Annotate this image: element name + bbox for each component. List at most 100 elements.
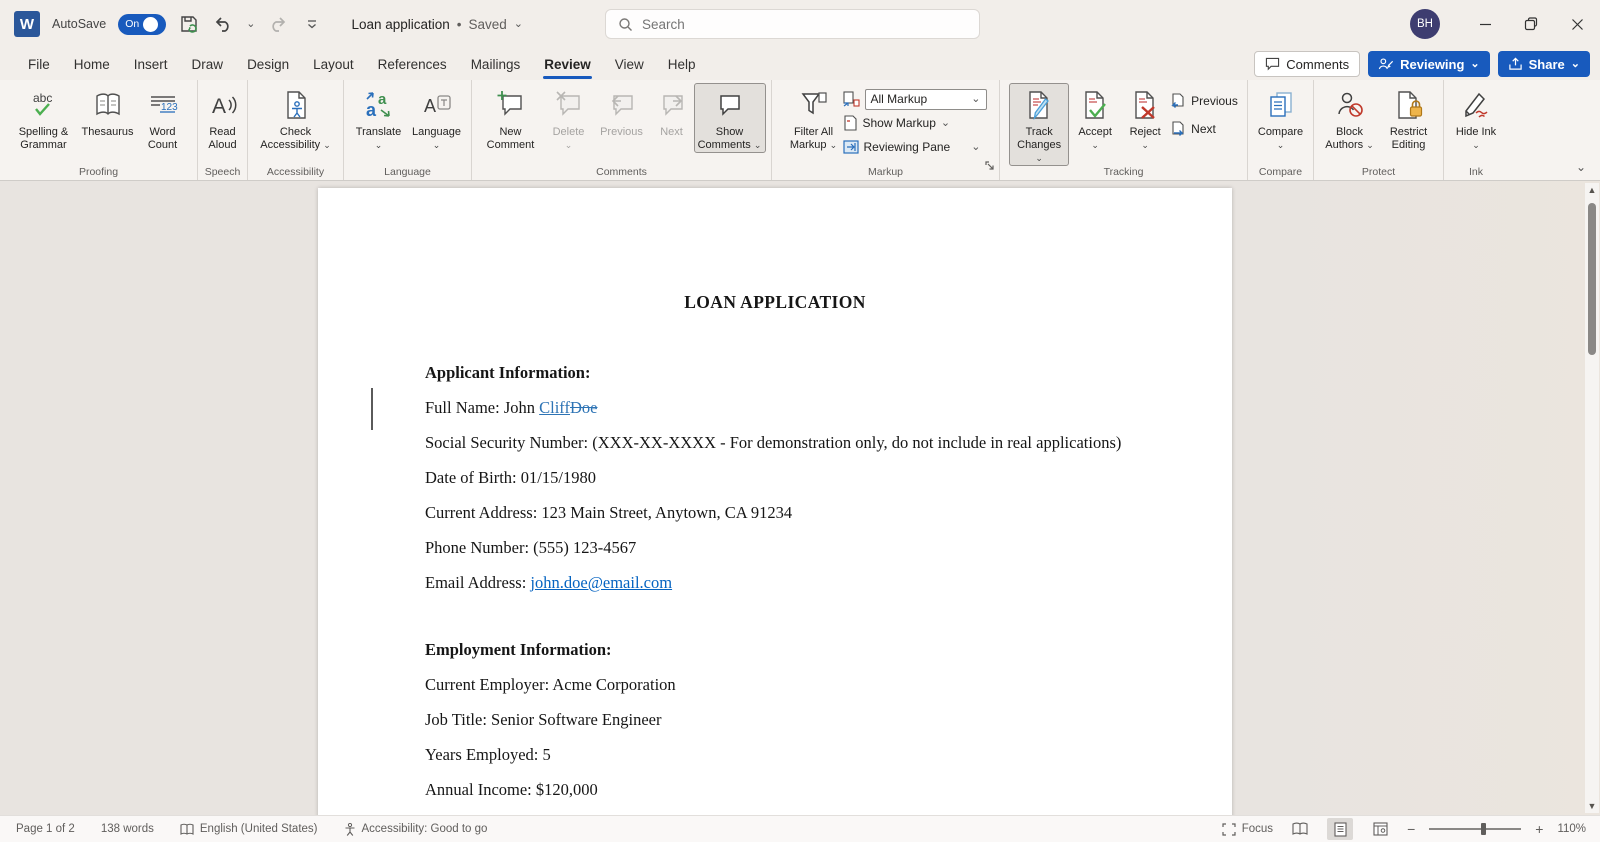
zoom-slider[interactable] — [1429, 823, 1522, 835]
tab-layout[interactable]: Layout — [301, 50, 366, 79]
delete-comment-button[interactable]: Delete ⌄ — [544, 83, 594, 152]
restore-button[interactable] — [1508, 0, 1554, 48]
dob-line: Date of Birth: 01/15/1980 — [425, 468, 596, 487]
combo-chevron-icon: ⌄ — [971, 92, 981, 105]
display-for-review-combobox[interactable]: All Markup ⌄ — [864, 88, 987, 110]
tracked-deletion[interactable]: Doe — [570, 398, 598, 417]
close-button[interactable] — [1554, 0, 1600, 48]
comments-button[interactable]: Comments — [1254, 51, 1361, 77]
tab-help[interactable]: Help — [656, 50, 708, 79]
tab-insert[interactable]: Insert — [122, 50, 180, 79]
focus-button[interactable]: Focus — [1222, 822, 1273, 836]
thesaurus-button[interactable]: Thesaurus — [77, 83, 139, 139]
reject-chevron-icon: ⌄ — [1141, 140, 1149, 150]
autosave-toggle[interactable]: On — [118, 13, 167, 35]
minimize-button[interactable] — [1462, 0, 1508, 48]
share-button[interactable]: Share ⌄ — [1497, 51, 1590, 77]
compare-button[interactable]: Compare ⌄ — [1252, 83, 1309, 152]
tab-review[interactable]: Review — [532, 50, 603, 79]
scroll-up-arrow-icon[interactable]: ▲ — [1588, 183, 1597, 197]
new-comment-button[interactable]: New Comment — [478, 83, 544, 152]
next-comment-label: Next — [660, 126, 683, 138]
reviewing-pane-chevron-icon: ⌄ — [971, 140, 981, 153]
previous-comment-icon — [606, 88, 638, 122]
language-button[interactable]: A Language ⌄ — [408, 83, 466, 152]
save-icon[interactable] — [178, 13, 200, 35]
ribbon-group-language: aa Translate ⌄ A Language ⌄ Language — [344, 80, 472, 180]
read-mode-view-button[interactable] — [1287, 818, 1313, 840]
tab-home[interactable]: Home — [62, 50, 122, 79]
web-layout-view-button[interactable] — [1367, 818, 1393, 840]
group-label-compare: Compare — [1258, 166, 1303, 178]
previous-change-button[interactable]: Previous — [1169, 91, 1238, 111]
next-comment-button[interactable]: Next — [650, 83, 694, 139]
language-indicator: English (United States) — [199, 823, 318, 835]
scrollbar-thumb[interactable] — [1588, 203, 1596, 355]
document-canvas[interactable]: LOAN APPLICATION Applicant Information: … — [0, 181, 1600, 815]
search-icon — [619, 17, 632, 31]
employment-info-heading: Employment Information: — [425, 640, 612, 659]
zoom-out-button[interactable]: − — [1407, 821, 1415, 837]
display-for-review-value: All Markup — [870, 92, 928, 106]
undo-dropdown-chevron-icon[interactable]: ⌄ — [246, 18, 255, 30]
show-markup-icon — [843, 115, 857, 131]
reviewing-chevron-icon: ⌄ — [1470, 57, 1480, 70]
accessibility-status[interactable]: Accessibility: Good to go — [344, 822, 487, 836]
next-change-button[interactable]: Next — [1169, 119, 1238, 139]
tab-draw[interactable]: Draw — [180, 50, 236, 79]
word-count-indicator[interactable]: 138 words — [101, 823, 154, 835]
tracked-change-bar — [371, 388, 373, 430]
reject-button[interactable]: Reject ⌄ — [1121, 83, 1169, 152]
print-layout-view-button[interactable] — [1327, 818, 1354, 840]
restrict-editing-icon — [1393, 88, 1425, 122]
search-input[interactable] — [642, 16, 942, 32]
zoom-slider-thumb[interactable] — [1481, 823, 1487, 835]
filter-all-markup-button[interactable]: Filter All Markup ⌄ — [785, 83, 843, 152]
collapse-ribbon-chevron-icon[interactable]: ⌄ — [1576, 160, 1586, 174]
track-changes-button[interactable]: Track Changes ⌄ — [1009, 83, 1070, 166]
zoom-level[interactable]: 110% — [1557, 823, 1586, 835]
tab-file[interactable]: File — [16, 50, 62, 79]
previous-comment-button[interactable]: Previous — [594, 83, 650, 139]
avatar[interactable]: BH — [1410, 9, 1440, 39]
customize-qat-chevron-icon[interactable] — [301, 13, 323, 35]
search-box[interactable] — [605, 9, 980, 39]
scroll-down-arrow-icon[interactable]: ▼ — [1588, 799, 1597, 813]
undo-button[interactable] — [212, 13, 234, 35]
thesaurus-icon — [92, 88, 124, 122]
spelling-grammar-button[interactable]: abc Spelling & Grammar — [11, 83, 77, 152]
group-label-markup: Markup — [867, 166, 903, 178]
display-for-review-icon — [842, 91, 860, 107]
email-label: Email Address: — [425, 573, 531, 592]
translate-button[interactable]: aa Translate ⌄ — [350, 83, 408, 152]
document-page[interactable]: LOAN APPLICATION Applicant Information: … — [318, 188, 1232, 815]
zoom-in-button[interactable]: + — [1535, 821, 1543, 837]
language-label: Language ⌄ — [412, 126, 461, 150]
document-title-group[interactable]: Loan application • Saved ⌄ — [351, 17, 523, 32]
show-markup-button[interactable]: Show Markup ⌄ — [843, 113, 987, 133]
hide-ink-button[interactable]: Hide Ink ⌄ — [1452, 83, 1500, 152]
reject-icon — [1129, 88, 1161, 122]
redo-button[interactable] — [267, 13, 289, 35]
restrict-editing-button[interactable]: Restrict Editing — [1380, 83, 1438, 152]
read-aloud-button[interactable]: A Read Aloud — [202, 83, 243, 152]
vertical-scrollbar[interactable]: ▲ ▼ — [1585, 183, 1599, 813]
reviewing-pane-button[interactable]: Reviewing Pane ⌄ — [842, 137, 987, 157]
tab-references[interactable]: References — [366, 50, 459, 79]
accept-button[interactable]: Accept ⌄ — [1069, 83, 1121, 152]
email-hyperlink[interactable]: john.doe@email.com — [530, 573, 672, 592]
tab-mailings[interactable]: Mailings — [459, 50, 533, 79]
tracked-insertion[interactable]: Cliff — [539, 398, 570, 417]
tab-design[interactable]: Design — [235, 50, 301, 79]
tab-view[interactable]: View — [603, 50, 656, 79]
accept-chevron-icon: ⌄ — [1091, 140, 1099, 150]
block-authors-button[interactable]: Block Authors ⌄ — [1320, 83, 1380, 152]
proofing-status[interactable]: English (United States) — [180, 823, 318, 836]
check-accessibility-button[interactable]: Check Accessibility ⌄ — [252, 83, 339, 152]
page-indicator[interactable]: Page 1 of 2 — [16, 823, 75, 835]
word-count-button[interactable]: 123 Word Count — [139, 83, 187, 152]
previous-change-icon — [1171, 92, 1184, 108]
show-comments-button[interactable]: Show Comments ⌄ — [693, 83, 766, 153]
previous-comment-label: Previous — [600, 126, 643, 138]
reviewing-button[interactable]: Reviewing ⌄ — [1368, 51, 1490, 77]
